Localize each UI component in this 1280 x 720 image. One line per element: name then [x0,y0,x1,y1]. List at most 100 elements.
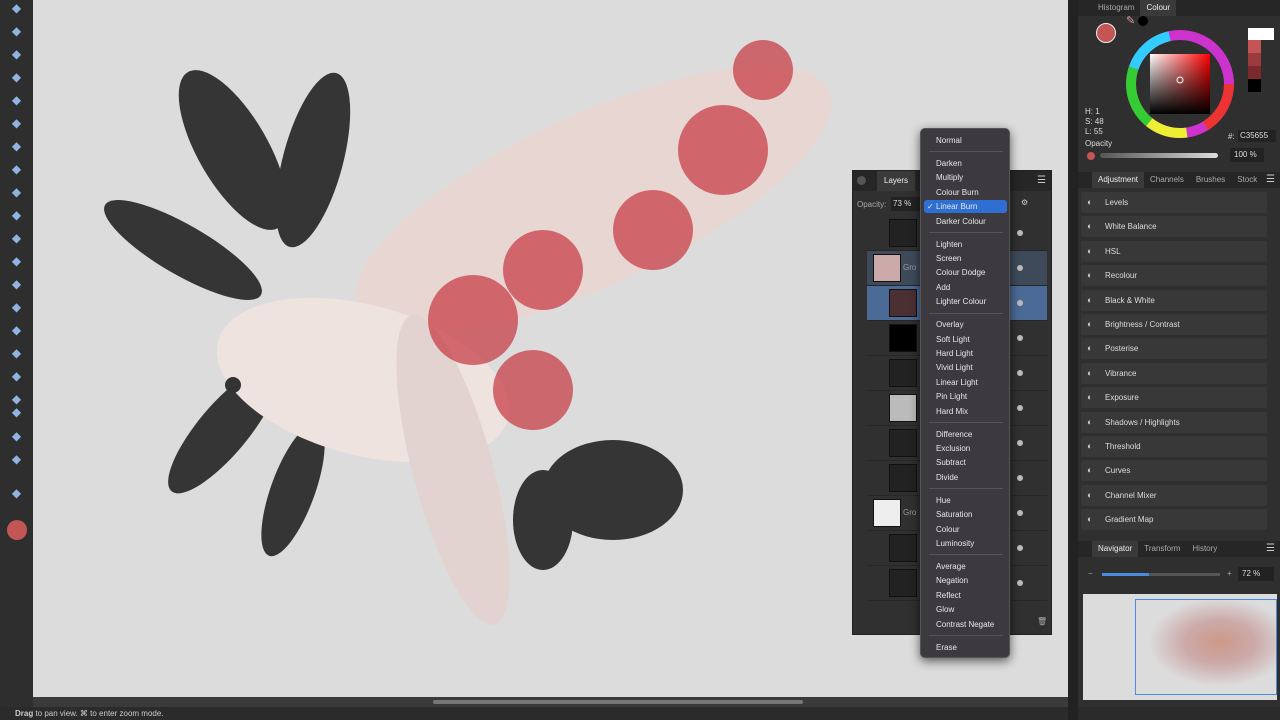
blend-mode-option[interactable]: Negation [924,574,1007,587]
blend-mode-option[interactable]: Difference [924,428,1007,441]
delete-layer-icon[interactable]: 🗑 [1037,617,1047,626]
adjustment-item[interactable]: ◐ Channel Mixer [1081,484,1267,506]
visibility-dot[interactable] [1017,265,1023,271]
zoom-out-button[interactable]: − [1088,569,1093,578]
panel-divider[interactable] [1068,0,1078,720]
flood-fill-icon[interactable]: ◆ [8,161,25,178]
adjustment-item[interactable]: ◐ Recolour [1081,265,1267,287]
levels-icon[interactable]: ◆ [8,345,25,362]
panel-menu-icon[interactable]: ☰ [1266,172,1275,188]
zoom-slider[interactable] [1102,573,1220,576]
adjustment-item[interactable]: ◐ Exposure [1081,387,1267,409]
magic-wand-icon[interactable]: ◆ [8,115,25,132]
blend-mode-option[interactable]: Colour Dodge [924,266,1007,279]
blend-mode-option[interactable]: Darker Colour [924,215,1007,228]
opacity-value[interactable]: 100 % [1230,148,1264,162]
primary-colour-swatch[interactable] [1096,23,1116,43]
blend-mode-option[interactable]: Luminosity [924,537,1007,550]
settings-icon[interactable]: ⚙ [1021,198,1028,207]
rectangle-icon[interactable]: ◆ [8,404,25,421]
layer-opacity-value[interactable]: 73 % [891,197,921,211]
text-icon[interactable]: ◆ [8,428,25,445]
healing-icon[interactable]: ◆ [8,230,25,247]
hex-input[interactable]: C35655 [1238,130,1276,142]
adjustment-item[interactable]: ◐ Gradient Map [1081,509,1267,531]
opacity-slider[interactable] [1100,153,1218,158]
visibility-dot[interactable] [1017,405,1023,411]
adjustment-item[interactable]: ◐ Curves [1081,460,1267,482]
close-panel-icon[interactable] [857,176,866,185]
tab-channels[interactable]: Channels [1144,172,1190,188]
blend-mode-option[interactable]: Exclusion [924,442,1007,455]
visibility-dot[interactable] [1017,545,1023,551]
blend-mode-option[interactable]: Darken [924,157,1007,170]
pencil-icon[interactable]: ◆ [8,207,25,224]
adjustment-item[interactable]: ◐ Brightness / Contrast [1081,314,1267,335]
swatch-column[interactable] [1248,28,1274,96]
blend-mode-option[interactable]: Colour Burn [924,186,1007,199]
visibility-dot[interactable] [1017,300,1023,306]
zoom-in-button[interactable]: + [1227,569,1232,578]
eyedropper-icon[interactable]: ◆ [8,46,25,63]
visibility-dot[interactable] [1017,370,1023,376]
blend-mode-option[interactable]: ✓ Linear Burn [924,200,1007,214]
layers-menu-icon[interactable]: ☰ [1037,171,1046,191]
blend-mode-option[interactable]: Vivid Light [924,361,1007,374]
blend-mode-option[interactable]: Glow [924,603,1007,616]
blend-mode-option[interactable]: Lighter Colour [924,295,1007,308]
crop-icon[interactable]: ◆ [8,69,25,86]
visibility-dot[interactable] [1017,580,1023,586]
tab-transform[interactable]: Transform [1138,541,1186,557]
marquee-icon[interactable]: ◆ [8,138,25,155]
tab-adjustment[interactable]: Adjustment [1092,172,1145,188]
black-swatch[interactable] [1138,16,1148,26]
adjustment-item[interactable]: ◐ Posterise [1081,338,1267,360]
visibility-dot[interactable] [1017,230,1023,236]
stamp-icon[interactable]: ◆ [8,299,25,316]
scrollbar-thumb[interactable] [433,700,803,704]
zoom-icon[interactable]: ◆ [8,485,25,502]
adjustment-item[interactable]: ◐ HSL [1081,240,1267,262]
adjustment-item[interactable]: ◐ White Balance [1081,216,1267,238]
red-eye-icon[interactable]: ◆ [8,368,25,385]
smudge-icon[interactable]: ◆ [8,322,25,339]
adjustment-item[interactable]: ◐ Shadows / Highlights [1081,411,1267,433]
tab-colour[interactable]: Colour [1140,0,1177,16]
blend-mode-option[interactable]: Normal [924,134,1007,147]
adjustment-item[interactable]: ◐ Threshold [1081,436,1267,457]
blend-mode-option[interactable]: Linear Light [924,376,1007,389]
visibility-dot[interactable] [1017,475,1023,481]
navigator-preview[interactable] [1083,594,1277,700]
zoom-value[interactable]: 72 % [1238,567,1274,581]
blend-mode-option[interactable]: Subtract [924,456,1007,469]
paint-mixer-icon[interactable]: ◆ [8,92,25,109]
eyedropper-icon[interactable]: ✎ [1126,14,1135,27]
blend-mode-option[interactable]: Contrast Negate [924,618,1007,631]
tool-colour-swatch[interactable] [7,520,27,540]
blend-mode-option[interactable]: Pin Light [924,390,1007,403]
mesh-icon[interactable]: ◆ [8,451,25,468]
blend-mode-option[interactable]: Hard Mix [924,405,1007,418]
visibility-dot[interactable] [1017,335,1023,341]
move-icon[interactable]: ◆ [8,23,25,40]
dodge-icon[interactable]: ◆ [8,276,25,293]
blend-mode-option[interactable]: Add [924,281,1007,294]
blend-mode-option[interactable]: Soft Light [924,333,1007,346]
blend-mode-option[interactable]: Hard Light [924,347,1007,360]
blend-mode-option[interactable]: Divide [924,471,1007,484]
visibility-dot[interactable] [1017,510,1023,516]
blend-mode-option[interactable]: Hue [924,494,1007,507]
adjustment-item[interactable]: ◐ Vibrance [1081,362,1267,384]
blend-mode-option[interactable]: Multiply [924,171,1007,184]
blend-mode-option[interactable]: Screen [924,252,1007,265]
hand-icon[interactable]: ◆ [8,0,25,17]
blend-mode-option[interactable]: Lighten [924,238,1007,251]
colour-wheel[interactable] [1124,28,1236,140]
blend-mode-option[interactable]: Reflect [924,589,1007,602]
blend-mode-option[interactable]: Overlay [924,318,1007,331]
clone-icon[interactable]: ◆ [8,253,25,270]
blend-mode-option[interactable]: Average [924,560,1007,573]
paint-brush-icon[interactable]: ◆ [8,184,25,201]
tab-brushes[interactable]: Brushes [1190,172,1231,188]
blend-mode-option[interactable]: Erase [924,641,1007,654]
